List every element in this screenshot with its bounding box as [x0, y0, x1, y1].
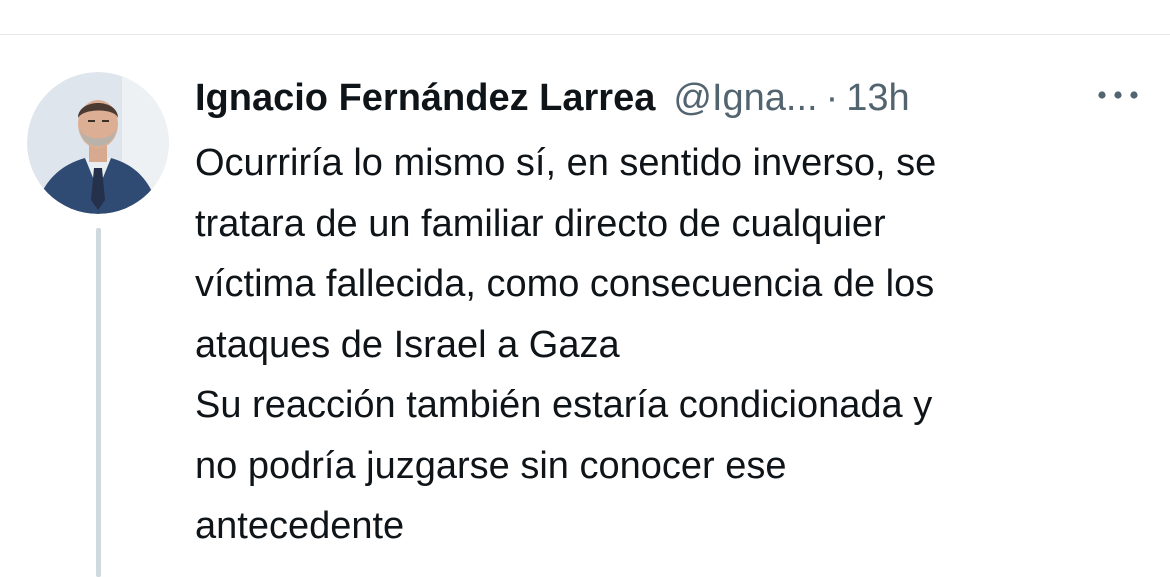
tweet-text-line: no podría juzgarse sin conocer ese	[195, 444, 787, 487]
tweet-text-line: ataques de Israel a Gaza	[195, 323, 620, 366]
avatar-photo	[27, 72, 169, 214]
tweet-text-line: tratara de un familiar directo de cualqu…	[195, 202, 886, 245]
more-horizontal-icon	[1098, 91, 1138, 99]
thread-connector-line	[96, 228, 101, 577]
tweet-text-line: antecedente	[195, 505, 405, 547]
tweet-text-line: Su reacción también estaría condicionada…	[195, 384, 933, 426]
tweet-text: Ocurriría lo mismo sí, en sentido invers…	[195, 133, 1155, 557]
tweet-text-line: Ocurriría lo mismo sí, en sentido invers…	[195, 142, 937, 184]
more-options-button[interactable]	[1090, 78, 1146, 112]
author-name[interactable]: Ignacio Fernández Larrea	[195, 70, 655, 126]
tweet-thread-view: Ignacio Fernández Larrea @Igna... · 13h …	[0, 0, 1170, 577]
tweet-timestamp[interactable]: 13h	[846, 70, 909, 126]
separator-dot: ·	[825, 77, 839, 119]
top-divider	[0, 34, 1170, 35]
avatar[interactable]	[27, 72, 169, 214]
author-handle[interactable]: @Igna...	[673, 70, 817, 126]
tweet-text-line: víctima fallecida, como consecuencia de …	[195, 263, 935, 305]
tweet-header: Ignacio Fernández Larrea @Igna... · 13h	[195, 70, 910, 126]
